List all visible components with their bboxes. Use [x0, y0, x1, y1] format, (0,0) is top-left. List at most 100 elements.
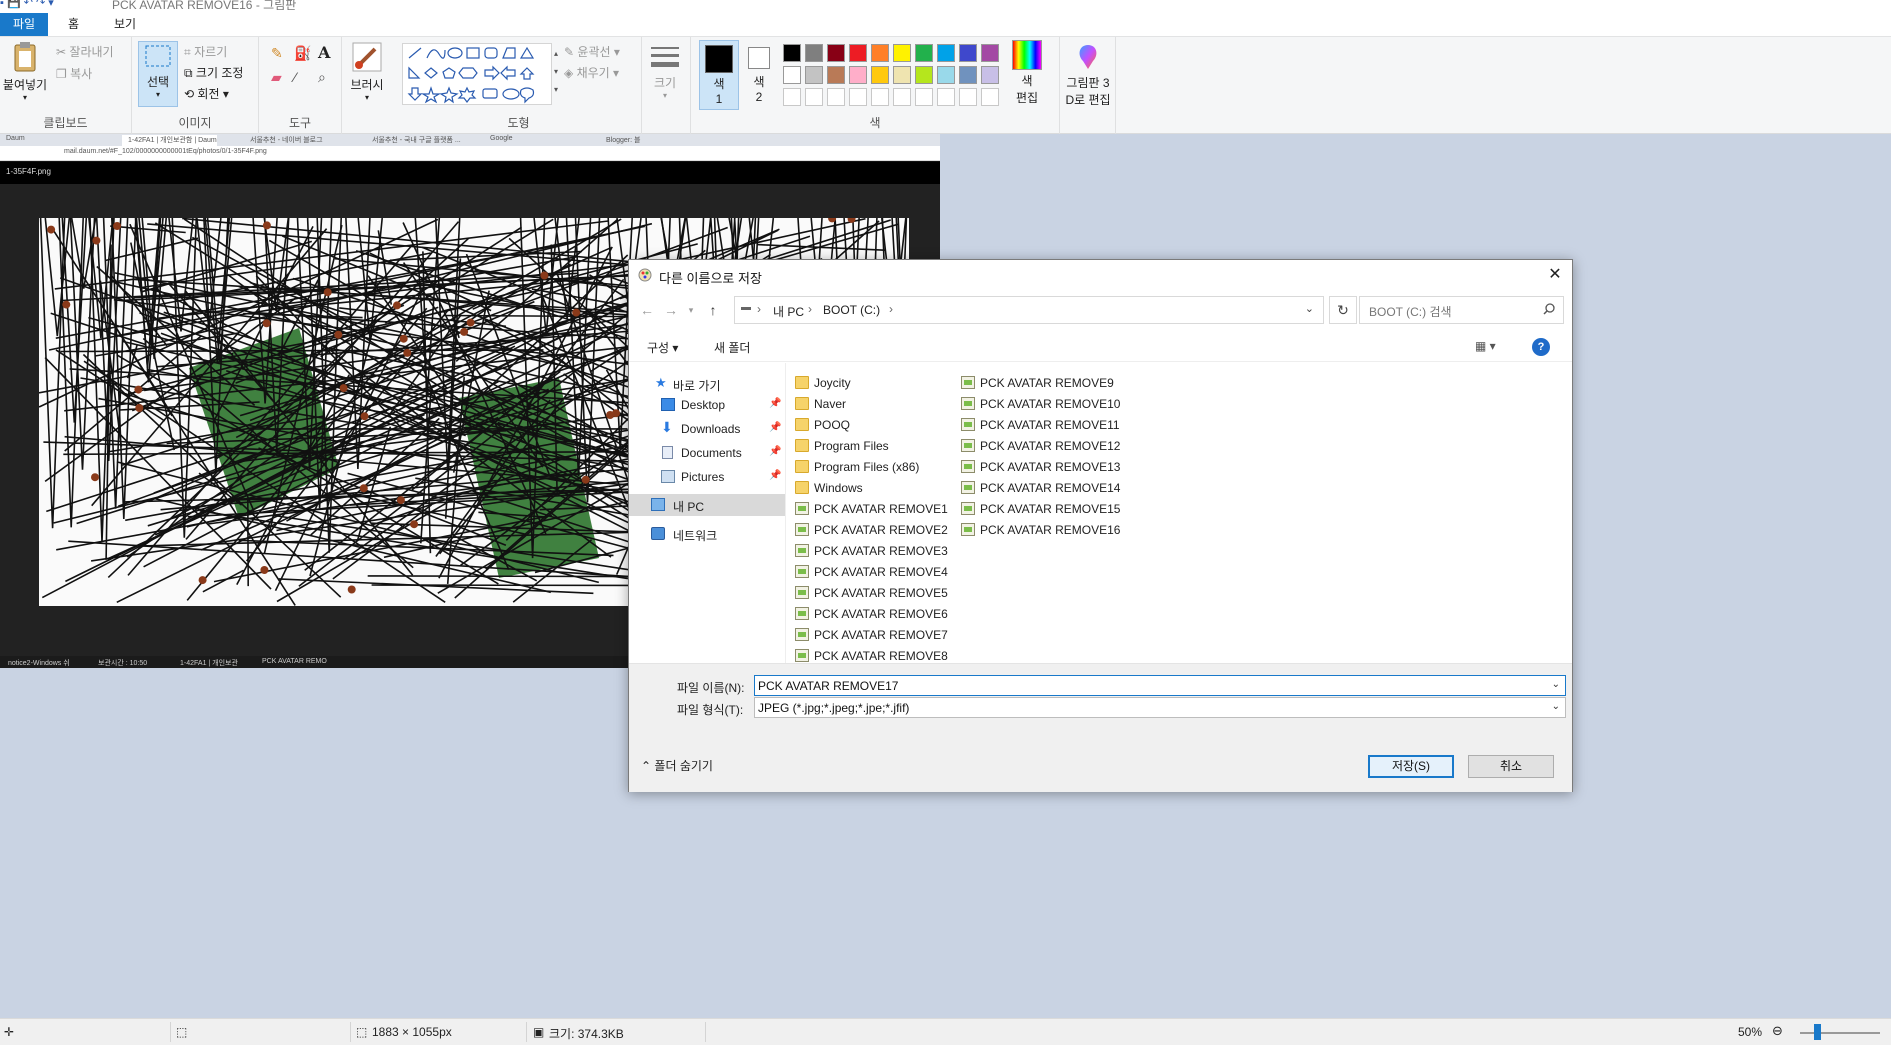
back-arrow-icon[interactable]: ←: [637, 301, 657, 319]
pencil-icon[interactable]: ✎: [271, 45, 283, 62]
breadcrumb-boot-c[interactable]: BOOT (C:): [823, 303, 880, 317]
nav-downloads[interactable]: ⬇ Downloads 📌: [629, 418, 785, 440]
palette-swatch[interactable]: [893, 66, 911, 84]
shapes-gallery[interactable]: [402, 43, 552, 105]
search-input[interactable]: BOOT (C:) 검색: [1359, 296, 1564, 324]
nav-desktop[interactable]: Desktop 📌: [629, 394, 785, 416]
shapes-expand-icon[interactable]: ▾: [554, 85, 558, 94]
filetype-select[interactable]: JPEG (*.jpg;*.jpeg;*.jpe;*.jfif) ⌄: [754, 697, 1566, 718]
nav-network[interactable]: 네트워크: [629, 523, 785, 545]
shapes-gallery-icons: [407, 46, 535, 104]
palette-swatch[interactable]: [783, 44, 801, 62]
zoom-slider-thumb[interactable]: [1814, 1024, 1821, 1040]
size-button[interactable]: 크기 ▾: [648, 43, 682, 100]
jpeg-file-icon: [961, 439, 975, 452]
save-button[interactable]: 저장(S): [1368, 755, 1454, 778]
palette-swatch[interactable]: [959, 44, 977, 62]
palette-swatch[interactable]: [915, 44, 933, 62]
text-icon[interactable]: A: [318, 43, 330, 62]
nav-this-pc[interactable]: 내 PC: [629, 494, 785, 516]
resize-button[interactable]: ⧉ 크기 조정: [184, 64, 243, 81]
group-label-shapes: 도형: [507, 116, 530, 130]
filename-label: 파일 이름(N):: [677, 681, 745, 695]
organize-button[interactable]: 구성 ▾: [647, 339, 678, 356]
eraser-icon[interactable]: ▰: [271, 69, 282, 86]
group-label-colors: 색: [869, 116, 881, 130]
palette-swatch[interactable]: [937, 44, 955, 62]
palette-swatch[interactable]: [981, 44, 999, 62]
custom-color-slot[interactable]: [981, 88, 999, 106]
custom-color-slot[interactable]: [937, 88, 955, 106]
forward-arrow-icon[interactable]: →: [661, 301, 681, 319]
select-button[interactable]: 선택 ▾: [138, 41, 178, 107]
close-icon[interactable]: ✕: [1544, 264, 1566, 286]
magnifier-icon[interactable]: ⌕: [318, 69, 326, 86]
copy-button[interactable]: ❐ 복사: [56, 65, 92, 82]
jpeg-file-icon: [961, 397, 975, 410]
help-icon[interactable]: ?: [1532, 338, 1550, 356]
file-name: Joycity: [814, 376, 851, 390]
file-name: Naver: [814, 397, 847, 411]
zoom-out-icon[interactable]: ⊖: [1772, 1023, 1783, 1039]
palette-swatch[interactable]: [893, 44, 911, 62]
fill-button[interactable]: ◈ 채우기 ▾: [564, 64, 619, 81]
rotate-button[interactable]: ⟲ 회전 ▾: [184, 85, 229, 102]
custom-color-slot[interactable]: [915, 88, 933, 106]
edit-colors-button[interactable]: 색 편집: [1005, 40, 1049, 106]
custom-color-slot[interactable]: [893, 88, 911, 106]
breadcrumb-this-pc[interactable]: 내 PC: [773, 303, 804, 320]
tab-view[interactable]: 보기: [104, 13, 146, 36]
edit-with-paint3d-button[interactable]: 그림판 3 D로 편집: [1060, 43, 1116, 108]
view-options-icon[interactable]: ▦ ▾: [1475, 339, 1496, 353]
paste-button[interactable]: 붙여넣기 ▾: [2, 41, 48, 102]
shapes-scroll-up-icon[interactable]: ▴: [554, 49, 558, 58]
color2-button[interactable]: 색 2: [741, 43, 777, 104]
custom-color-slot[interactable]: [783, 88, 801, 106]
address-bar[interactable]: ▬ › 내 PC › BOOT (C:) › ⌄: [734, 296, 1324, 324]
jpeg-file-icon: [961, 502, 975, 515]
palette-swatch[interactable]: [871, 66, 889, 84]
palette-swatch[interactable]: [849, 44, 867, 62]
hide-folders-button[interactable]: ⌃ 폴더 숨기기: [641, 757, 713, 774]
custom-color-slot[interactable]: [871, 88, 889, 106]
palette-swatch[interactable]: [915, 66, 933, 84]
chevron-down-icon[interactable]: ⌄: [1552, 679, 1560, 690]
nav-quick-access[interactable]: ★ 바로 가기: [629, 373, 785, 395]
cancel-button[interactable]: 취소: [1468, 755, 1554, 778]
color1-button[interactable]: 색 1: [699, 40, 739, 110]
outline-button[interactable]: ✎ 윤곽선 ▾: [564, 43, 620, 60]
fill-bucket-icon[interactable]: ⛽: [294, 45, 311, 62]
shapes-scroll-down-icon[interactable]: ▾: [554, 67, 558, 76]
palette-swatch[interactable]: [849, 66, 867, 84]
up-arrow-icon[interactable]: ↑: [703, 301, 723, 319]
quick-access-icons[interactable]: ▪ 💾 ↶ ↷ ▾: [0, 0, 54, 9]
filename-field[interactable]: PCK AVATAR REMOVE17 ⌄: [754, 675, 1566, 696]
nav-documents[interactable]: Documents 📌: [629, 442, 785, 464]
custom-color-slot[interactable]: [849, 88, 867, 106]
refresh-icon[interactable]: ↻: [1329, 296, 1357, 324]
palette-swatch[interactable]: [783, 66, 801, 84]
new-folder-button[interactable]: 새 폴더: [714, 339, 750, 356]
palette-swatch[interactable]: [937, 66, 955, 84]
chevron-down-icon[interactable]: ⌄: [1552, 701, 1560, 712]
custom-color-slot[interactable]: [805, 88, 823, 106]
crop-button[interactable]: ⌗ 자르기: [184, 43, 227, 60]
custom-color-slot[interactable]: [827, 88, 845, 106]
tab-home[interactable]: 홈: [58, 13, 89, 36]
recent-locations-chevron-icon[interactable]: ▾: [681, 301, 701, 319]
palette-swatch[interactable]: [805, 44, 823, 62]
zoom-slider-track[interactable]: [1800, 1032, 1880, 1034]
custom-color-slot[interactable]: [959, 88, 977, 106]
nav-pictures[interactable]: Pictures 📌: [629, 466, 785, 488]
brushes-button[interactable]: 브러시 ▾: [346, 41, 388, 102]
cut-button[interactable]: ✂ 잘라내기: [56, 43, 114, 60]
palette-swatch[interactable]: [827, 66, 845, 84]
color-picker-icon[interactable]: ⁄: [294, 69, 296, 85]
palette-swatch[interactable]: [827, 44, 845, 62]
palette-swatch[interactable]: [959, 66, 977, 84]
palette-swatch[interactable]: [871, 44, 889, 62]
tab-file[interactable]: 파일: [0, 13, 48, 36]
palette-swatch[interactable]: [805, 66, 823, 84]
palette-swatch[interactable]: [981, 66, 999, 84]
address-dropdown-icon[interactable]: ⌄: [1305, 302, 1314, 315]
